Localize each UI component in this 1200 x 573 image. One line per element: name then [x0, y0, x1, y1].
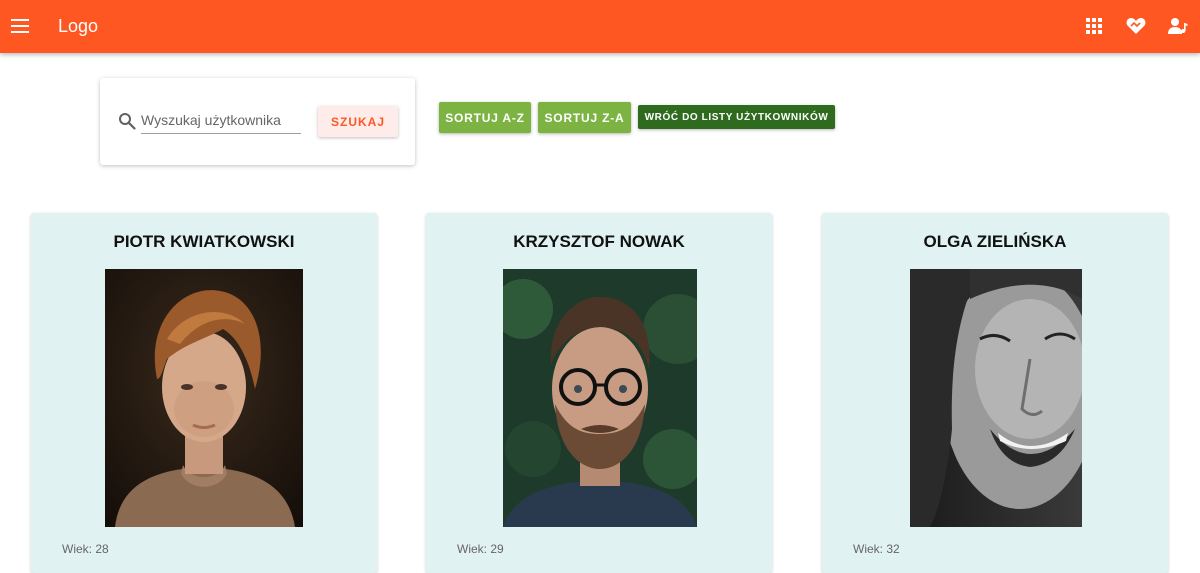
user-age: Wiek: 32	[853, 542, 900, 556]
appbar-actions	[1082, 14, 1190, 38]
person-music-icon[interactable]	[1166, 14, 1190, 38]
user-card[interactable]: KRZYSZTOF NOWAK Wiek: 29	[426, 213, 772, 573]
user-photo	[910, 269, 1082, 527]
search-input[interactable]	[141, 106, 301, 134]
heart-handshake-icon[interactable]	[1124, 14, 1148, 38]
user-photo	[105, 269, 303, 527]
menu-icon[interactable]	[9, 14, 31, 38]
user-age: Wiek: 28	[62, 542, 109, 556]
user-name: KRZYSZTOF NOWAK	[513, 232, 685, 251]
logo[interactable]: Logo	[58, 15, 98, 37]
sort-z-a-button[interactable]: SORTUJ Z-A	[538, 102, 631, 133]
user-card[interactable]: OLGA ZIELIŃSKA Wiek: 32	[822, 213, 1168, 573]
user-card[interactable]: PIOTR KWIATKOWSKI Wiek: 28	[31, 213, 377, 573]
user-photo	[503, 269, 697, 527]
user-name: OLGA ZIELIŃSKA	[923, 232, 1067, 251]
sort-a-z-button[interactable]: SORTUJ A-Z	[439, 102, 531, 133]
apps-grid-icon[interactable]	[1082, 14, 1106, 38]
search-button[interactable]: SZUKAJ	[318, 106, 398, 137]
top-app-bar: Logo	[0, 0, 1200, 53]
back-to-user-list-button[interactable]: WRÓĆ DO LISTY UŻYTKOWNIKÓW	[638, 105, 835, 129]
user-name: PIOTR KWIATKOWSKI	[113, 232, 295, 251]
search-card: SZUKAJ	[100, 78, 415, 165]
search-icon	[118, 112, 136, 130]
user-age: Wiek: 29	[457, 542, 504, 556]
